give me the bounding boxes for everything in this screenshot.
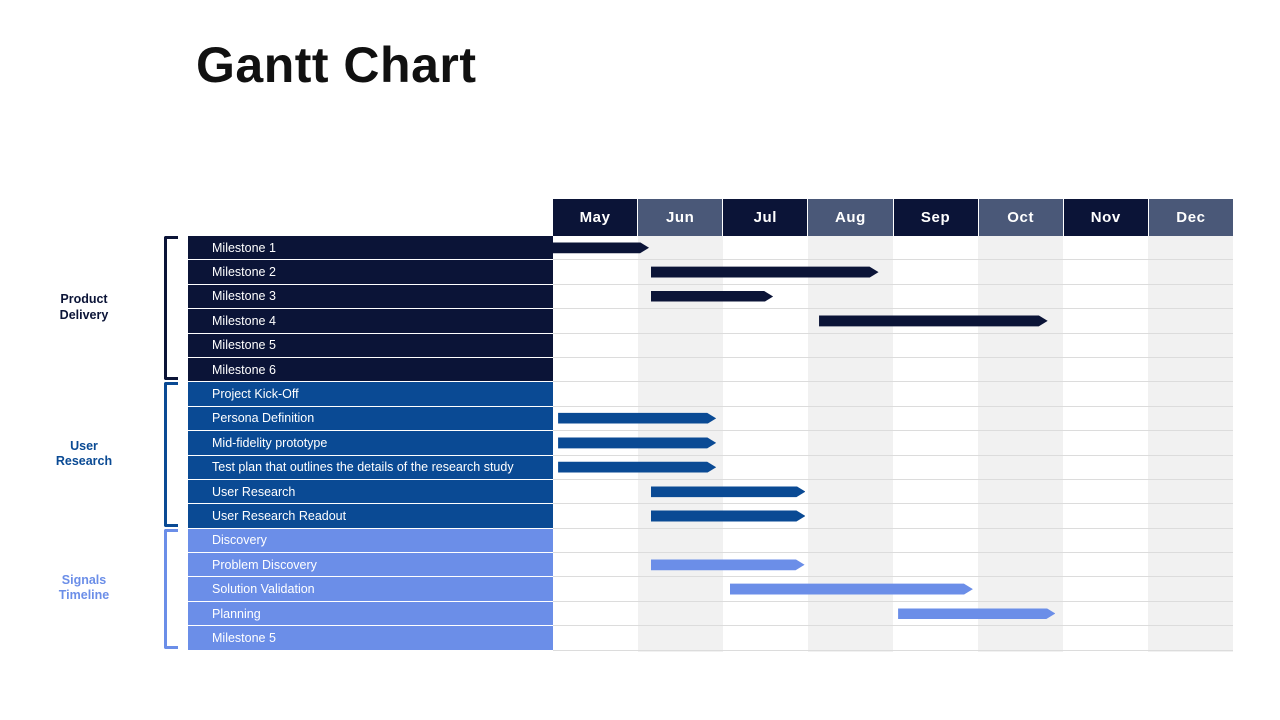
table-row[interactable]: Milestone 4 xyxy=(188,309,1233,334)
group-bracket xyxy=(164,528,178,649)
task-bar-fill xyxy=(558,437,716,448)
gantt-chart: May Jun Jul Aug Sep Oct Nov Dec Milestone 1 Mile… xyxy=(0,0,1280,720)
task-track[interactable] xyxy=(553,285,1233,310)
task-bar-fill xyxy=(730,584,973,595)
group-label: Product Delivery xyxy=(59,292,109,322)
task-label: Milestone 6 xyxy=(188,357,553,383)
task-label: Planning xyxy=(188,601,553,627)
task-label: Mid-fidelity prototype xyxy=(188,431,553,456)
month-header-cell-oct: Oct xyxy=(978,199,1064,236)
task-bar[interactable] xyxy=(558,413,716,424)
task-bar-fill xyxy=(553,242,649,253)
group-bracket xyxy=(164,382,178,527)
timeline-month-header: May Jun Jul Aug Sep Oct Nov Dec xyxy=(553,199,1233,236)
task-label: Milestone 3 xyxy=(188,284,553,310)
task-bar-fill xyxy=(651,486,806,497)
task-bar-fill xyxy=(558,413,716,424)
task-bar[interactable] xyxy=(651,486,806,497)
table-row[interactable]: User Research xyxy=(188,479,1233,505)
task-label: Project Kick-Off xyxy=(188,382,553,407)
month-header-cell-nov: Nov xyxy=(1063,199,1149,236)
task-label: User Research xyxy=(188,479,553,505)
task-bar-fill xyxy=(651,267,879,278)
task-label: User Research Readout xyxy=(188,504,553,529)
table-row[interactable]: Milestone 2 xyxy=(188,260,1233,285)
task-bar-fill xyxy=(819,315,1048,326)
task-track[interactable] xyxy=(553,260,1233,285)
task-track[interactable] xyxy=(553,504,1233,529)
task-track[interactable] xyxy=(553,626,1233,651)
task-label: Discovery xyxy=(188,528,553,554)
table-row[interactable]: Test plan that outlines the details of t… xyxy=(188,455,1233,480)
task-track[interactable] xyxy=(553,456,1233,480)
month-header-cell-sep: Sep xyxy=(893,199,979,236)
table-row[interactable]: Milestone 6 xyxy=(188,357,1233,383)
task-track[interactable] xyxy=(553,577,1233,602)
task-label: Milestone 2 xyxy=(188,260,553,285)
task-bar[interactable] xyxy=(651,510,806,521)
task-track[interactable] xyxy=(553,382,1233,407)
task-bar-fill xyxy=(651,291,773,302)
task-label: Persona Definition xyxy=(188,406,553,432)
task-track[interactable] xyxy=(553,529,1233,554)
task-track[interactable] xyxy=(553,431,1233,456)
task-bar[interactable] xyxy=(819,315,1048,326)
task-track[interactable] xyxy=(553,553,1233,578)
task-track[interactable] xyxy=(553,358,1233,383)
task-bar[interactable] xyxy=(558,437,716,448)
task-label: Problem Discovery xyxy=(188,553,553,578)
task-track[interactable] xyxy=(553,309,1233,334)
task-bar-fill xyxy=(898,608,1055,619)
month-header-cell-dec: Dec xyxy=(1148,199,1233,236)
task-track[interactable] xyxy=(553,480,1233,505)
task-track[interactable] xyxy=(553,334,1233,358)
table-row[interactable]: Persona Definition xyxy=(188,406,1233,432)
task-label: Milestone 5 xyxy=(188,333,553,358)
table-row[interactable]: Milestone 3 xyxy=(188,284,1233,310)
task-bar-fill xyxy=(651,559,805,570)
table-row[interactable]: User Research Readout xyxy=(188,504,1233,529)
task-track[interactable] xyxy=(553,236,1233,261)
task-bar-fill xyxy=(558,462,716,473)
table-row[interactable]: Project Kick-Off xyxy=(188,382,1233,407)
month-header-cell-jun: Jun xyxy=(638,199,724,236)
gantt-rows: Milestone 1 Milestone 2 Milestone 3 Milesto… xyxy=(188,236,1233,651)
task-bar[interactable] xyxy=(553,242,649,253)
group-label: User Research xyxy=(55,438,113,469)
table-row[interactable]: Milestone 5 xyxy=(188,626,1233,651)
month-header-cell-may: May xyxy=(553,199,639,236)
table-row[interactable]: Discovery xyxy=(188,528,1233,554)
task-label: Milestone 5 xyxy=(188,626,553,651)
task-label: Solution Validation xyxy=(188,577,553,602)
task-label: Milestone 4 xyxy=(188,309,553,334)
task-bar[interactable] xyxy=(651,291,773,302)
table-row[interactable]: Planning xyxy=(188,601,1233,627)
task-bar[interactable] xyxy=(898,608,1055,619)
slide-canvas: Gantt Chart May Jun Jul Aug Sep Oct Nov Dec Mil… xyxy=(0,0,1280,720)
group-label: Signals Timeline xyxy=(58,572,110,603)
group-bracket xyxy=(164,236,178,381)
task-bar[interactable] xyxy=(651,267,879,278)
table-row[interactable]: Milestone 5 xyxy=(188,333,1233,358)
month-header-cell-jul: Jul xyxy=(723,199,809,236)
task-label: Test plan that outlines the details of t… xyxy=(188,455,553,480)
task-bar-fill xyxy=(651,510,806,521)
month-header-cell-aug: Aug xyxy=(808,199,894,236)
table-row[interactable]: Problem Discovery xyxy=(188,553,1233,578)
task-bar[interactable] xyxy=(651,559,805,570)
task-bar[interactable] xyxy=(730,584,973,595)
task-bar[interactable] xyxy=(558,462,716,473)
task-track[interactable] xyxy=(553,407,1233,432)
task-track[interactable] xyxy=(553,602,1233,627)
table-row[interactable]: Mid-fidelity prototype xyxy=(188,431,1233,456)
table-row[interactable]: Solution Validation xyxy=(188,577,1233,602)
task-label: Milestone 1 xyxy=(188,236,553,261)
table-row[interactable]: Milestone 1 xyxy=(188,236,1233,261)
